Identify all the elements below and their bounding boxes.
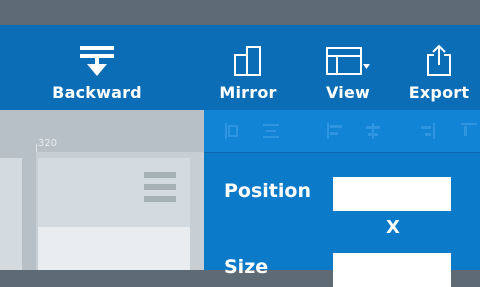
horizontal-ruler: 320 [0, 110, 204, 152]
position-label: Position [224, 180, 311, 202]
align-center-icon[interactable] [364, 122, 382, 140]
position-x-axis-label: X [386, 217, 400, 238]
main-toolbar: d Backward Mirror [0, 25, 480, 110]
size-width-field[interactable] [333, 253, 451, 287]
view-dropdown-label: View [325, 83, 371, 102]
artboard-content-block[interactable] [38, 227, 190, 270]
export-button-label: Export [408, 83, 470, 102]
panel-divider [204, 152, 480, 153]
position-x-field[interactable] [333, 177, 451, 211]
backward-button-label: Backward [52, 83, 142, 102]
view-icon [325, 39, 371, 77]
export-button[interactable]: Export [408, 25, 470, 110]
distribute-vertical-icon[interactable] [262, 122, 280, 140]
align-right-icon[interactable] [418, 122, 436, 140]
backward-button[interactable]: Backward [52, 25, 142, 110]
ruler-label: 320 [38, 138, 58, 149]
mirror-button-label: Mirror [219, 83, 277, 102]
align-left-icon[interactable] [224, 122, 242, 140]
mirror-icon [233, 39, 263, 77]
artboard-left[interactable] [0, 158, 22, 270]
forward-icon [0, 39, 4, 77]
hamburger-menu-icon[interactable] [144, 172, 176, 206]
align-top-left-icon[interactable] [326, 122, 344, 140]
ruler-tick [36, 144, 37, 152]
export-icon [426, 39, 452, 77]
mirror-button[interactable]: Mirror [218, 25, 278, 110]
forward-button[interactable]: d [0, 25, 12, 110]
properties-panel: Position X Size [204, 110, 480, 287]
size-label: Size [224, 256, 269, 278]
window-titlebar [0, 0, 480, 25]
design-canvas[interactable]: 320 [0, 110, 204, 270]
align-top-icon[interactable] [460, 122, 478, 140]
view-dropdown[interactable]: View [318, 25, 378, 110]
backward-icon [77, 39, 117, 77]
align-toolbar [204, 110, 480, 152]
